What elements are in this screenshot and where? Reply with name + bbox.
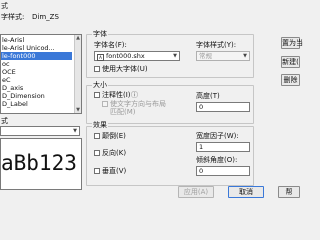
list-item[interactable]: OCE	[1, 68, 16, 76]
list-item[interactable]: D_axis	[1, 84, 23, 92]
oblique-label: 倾斜角度(O):	[196, 156, 238, 164]
backwards-label: 反向(K)	[102, 149, 127, 157]
oblique-value: 0	[199, 167, 204, 175]
font-name-select[interactable]: Afont000.shx ▼	[94, 51, 180, 61]
preview-box: aBb123	[0, 138, 82, 190]
list-item[interactable]: D_Label	[1, 100, 28, 108]
font-style-value: 常规	[199, 52, 212, 60]
annotative-label: 注释性(I)	[102, 91, 131, 99]
list-item[interactable]: eC	[1, 76, 11, 84]
title-bar: 式	[0, 0, 300, 10]
height-label: 高度(T)	[196, 92, 220, 100]
match-orientation-checkbox[interactable]	[102, 101, 108, 107]
font-style-label: 字体样式(Y):	[196, 41, 237, 49]
list-item[interactable]: D_Dimension	[1, 92, 45, 100]
current-style-value: Dim_ZS	[32, 13, 59, 21]
width-factor-input[interactable]: 1	[196, 142, 250, 152]
width-factor-label: 宽度因子(W):	[196, 132, 239, 140]
current-style-label: 字样式:	[1, 13, 25, 21]
help-button[interactable]: 帮	[278, 186, 300, 198]
list-scrollbar[interactable]: ▲ ▼	[74, 35, 81, 113]
font-group-label: 字体	[92, 30, 108, 39]
scroll-down-icon[interactable]: ▼	[75, 107, 81, 113]
match-orientation-label-2: 匹配(M)	[110, 108, 136, 116]
chevron-down-icon: ▼	[73, 128, 77, 134]
list-item[interactable]: oc	[1, 60, 10, 68]
preview-text: aBb123	[1, 151, 77, 175]
set-current-button[interactable]: 置为当	[281, 37, 303, 49]
styles-list[interactable]: le-Arisl le-Arisl Unicod... le-font000 o…	[0, 34, 82, 114]
font-style-select[interactable]: 常规 ▼	[196, 51, 250, 61]
list-filter-label: 式	[1, 117, 8, 125]
list-item[interactable]: le-Arisl Unicod...	[1, 44, 55, 52]
width-factor-value: 1	[199, 143, 204, 151]
upside-down-checkbox[interactable]	[94, 133, 100, 139]
annotative-checkbox[interactable]	[94, 92, 100, 98]
size-group-label: 大小	[92, 81, 108, 90]
backwards-checkbox[interactable]	[94, 150, 100, 156]
font-name-text: font000.shx	[106, 52, 145, 60]
info-icon: ⓘ	[131, 91, 138, 99]
apply-button[interactable]: 应用(A)	[178, 186, 214, 198]
bigfont-checkbox[interactable]	[94, 66, 100, 72]
upside-down-label: 颠倒(E)	[102, 132, 126, 140]
effects-group-label: 效果	[92, 121, 108, 130]
chevron-down-icon: ▼	[243, 53, 247, 59]
list-item[interactable]: le-Arisl	[1, 36, 24, 44]
window-title: 式	[1, 2, 8, 10]
height-input[interactable]: 0	[196, 102, 250, 112]
scroll-up-icon[interactable]: ▲	[75, 35, 81, 41]
shx-font-icon: A	[97, 54, 104, 61]
oblique-input[interactable]: 0	[196, 166, 250, 176]
font-name-value: Afont000.shx	[97, 52, 145, 61]
new-button[interactable]: 新建(	[281, 56, 300, 68]
delete-button[interactable]: 删除	[281, 74, 300, 86]
height-value: 0	[199, 103, 204, 111]
bigfont-label: 使用大字体(U)	[102, 65, 148, 73]
font-name-label: 字体名(F):	[94, 41, 127, 49]
list-filter-select[interactable]: ▼	[0, 126, 80, 136]
vertical-checkbox[interactable]	[94, 168, 100, 174]
vertical-label: 垂直(V)	[102, 167, 127, 175]
cancel-button[interactable]: 取消	[228, 186, 264, 198]
chevron-down-icon: ▼	[173, 53, 177, 59]
list-item-selected[interactable]: le-font000	[1, 52, 72, 60]
